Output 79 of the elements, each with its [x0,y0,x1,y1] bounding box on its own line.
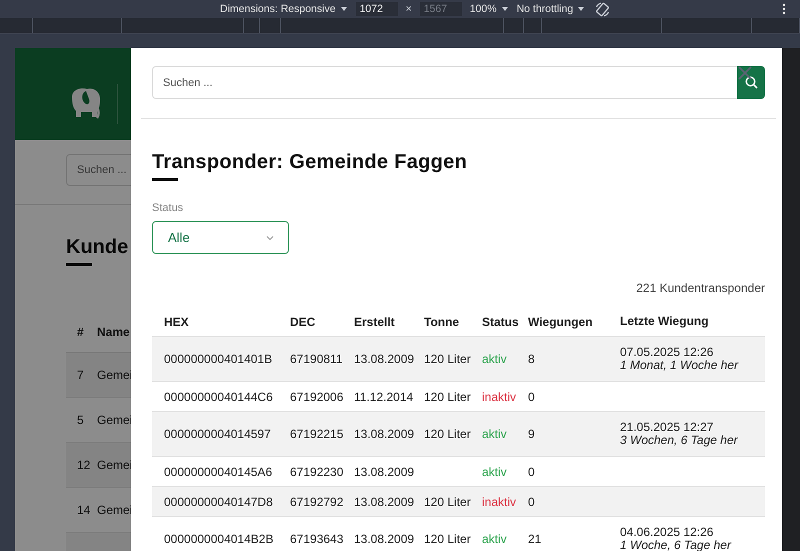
table-cell-text: 7 [76,368,85,382]
page-heading: Kunde [66,235,128,259]
table-cell-text: 14 [76,503,92,517]
more-menu-icon[interactable] [782,3,786,15]
table-cell: 67192215 [290,427,344,441]
status-select[interactable]: Alle [152,221,289,254]
table-cell: 67192792 [290,494,344,508]
caret-icon [500,5,509,13]
table-cell: 67192006 [290,390,344,404]
status-text: aktiv [482,427,507,441]
column-header: Name [97,325,130,339]
column-header: Tonne [424,314,460,328]
table-cell: 0000000004014B2B [164,532,274,546]
table-cell: 9 [528,427,535,441]
search-icon [744,76,758,89]
throttling-dropdown[interactable]: No throttling [516,3,586,15]
table-cell: 21 [528,532,542,546]
table-cell: 67193643 [290,532,344,546]
table-cell-text: 21.05.2025 12:27 [620,421,714,434]
table-cell: Gemei [97,503,132,517]
table-cell: Gemei [97,368,132,382]
table-cell: 13.08.2009 [354,494,414,508]
table-cell: 00000000040145A6 [164,464,272,478]
column-header: Status [482,314,520,328]
table-cell-text: 04.06.2025 12:26 [620,526,714,539]
column-header: # [76,325,85,339]
table-cell: 13.08.2009 [354,352,414,366]
caret-icon [577,5,586,13]
table-cell-text: 5 [76,413,85,427]
table-cell: 120 Liter [424,427,471,441]
status-text: inaktiv [482,390,516,404]
table-cell: Gemei [97,458,132,472]
table-cell: 13.08.2009 [354,532,414,546]
status-text: inaktiv [482,494,516,508]
result-count: 221 Kundentransponder [636,281,765,295]
column-header: Letzte Wiegung [620,315,710,328]
rotate-icon[interactable] [595,2,610,16]
table-cell: 0 [528,464,535,478]
column-header: Wiegungen [528,314,594,328]
table-cell-text: 12 [76,458,92,472]
caret-icon [340,5,348,13]
table-cell: 120 Liter [424,532,471,546]
table-cell: 11.12.2014 [354,390,414,404]
table-cell: 13.08.2009 [354,427,414,441]
table-cell: 0000000004014597 [164,427,271,441]
relative-time: 3 Wochen, 6 Tage her [620,434,739,447]
dimensions-dropdown[interactable]: Dimensions: Responsive [220,3,348,15]
table-cell: 000000000401401B [164,352,272,366]
column-header: DEC [290,314,316,328]
relative-time: 1 Monat, 1 Woche her [620,359,740,372]
table-cell: Gemei [97,413,132,427]
width-input[interactable]: 1072 [356,2,398,16]
modal-title: Transponder: Gemeinde Faggen [152,150,468,174]
heading-underline [66,263,92,266]
table-cell: 120 Liter [424,390,471,404]
table-cell: 00000000040147D8 [164,494,273,508]
field-label: Status [152,201,184,215]
zoom-dropdown[interactable]: 100% [470,3,509,15]
table-cell: 0 [528,390,535,404]
table-cell: 67190811 [290,352,342,366]
table-cell: 120 Liter [424,494,471,508]
column-header: Erstellt [354,314,396,328]
title-underline [152,178,178,181]
close-icon[interactable] [738,66,752,80]
table-cell: 0 [528,494,535,508]
table-cell: 8 [528,352,535,366]
table-cell: 13.08.2009 [354,464,414,478]
search-button[interactable] [737,66,765,99]
table-cell: 00000000040144C6 [164,390,273,404]
table-cell: 120 Liter [424,352,471,366]
status-text: aktiv [482,352,507,366]
times-sign: × [406,3,412,15]
table-cell: 67192230 [290,464,344,478]
status-text: aktiv [482,464,507,478]
column-header: HEX [163,314,190,328]
table-cell-text: 07.05.2025 12:26 [620,346,714,359]
status-text: aktiv [482,532,507,546]
search-field[interactable]: Suchen ... [152,66,737,99]
chevron-down-icon [266,234,274,240]
